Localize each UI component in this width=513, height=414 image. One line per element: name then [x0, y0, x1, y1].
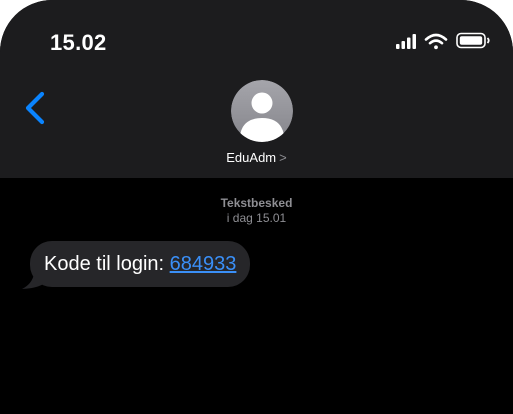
chevron-left-icon [25, 91, 45, 125]
thread-meta: Tekstbesked i dag 15.01 [0, 196, 513, 226]
status-icons [396, 32, 490, 50]
wifi-icon [424, 33, 448, 50]
contact-avatar[interactable] [231, 80, 293, 142]
battery-icon [456, 32, 490, 49]
back-button[interactable] [20, 88, 54, 128]
cellular-signal-icon [396, 34, 416, 49]
chevron-right-icon: > [279, 150, 287, 165]
contact-name: EduAdm [226, 150, 277, 165]
date-label: i dag 15.01 [226, 211, 287, 225]
message-text: Kode til login: [44, 253, 170, 275]
service-label: Tekstbesked [220, 196, 293, 210]
contact-name-button[interactable]: EduAdm > [0, 150, 513, 165]
phone-screen: 15.02 EduAdm > Tekstbesked i dag 15.01 K… [0, 0, 513, 414]
status-time: 15.02 [50, 30, 107, 55]
login-code-link[interactable]: 684933 [170, 253, 237, 275]
message-bubble[interactable]: Kode til login: 684933 [30, 241, 251, 287]
conversation-header: 15.02 EduAdm > [0, 0, 513, 178]
